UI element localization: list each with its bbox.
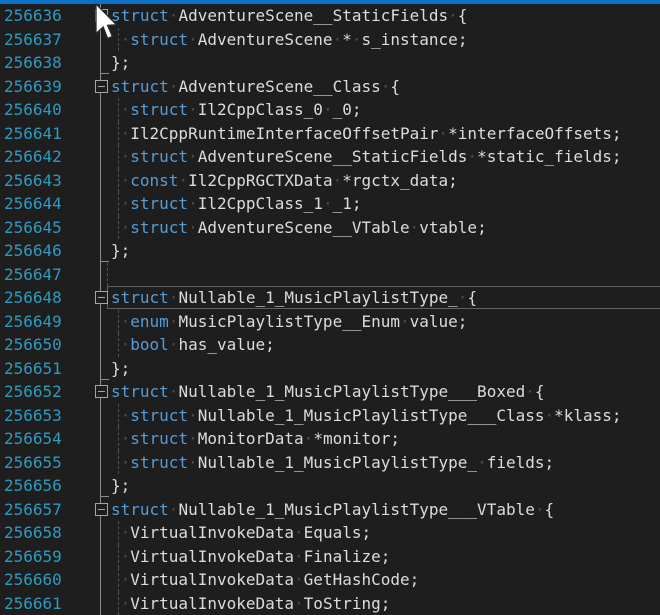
line-number: 256656	[4, 474, 62, 498]
code-text: ·const·Il2CppRGCTXData·*rgctx_data;	[111, 169, 458, 193]
code-editor[interactable]: 256636 struct·AdventureScene__StaticField…	[0, 0, 660, 615]
code-line[interactable]: 256636 struct·AdventureScene__StaticField…	[0, 4, 660, 28]
code-line[interactable]: 256645 ·struct·AdventureScene__VTable·vt…	[0, 216, 660, 240]
line-number: 256649	[4, 310, 62, 334]
code-line[interactable]: 256649 ·enum·MusicPlaylistType__Enum·val…	[0, 310, 660, 334]
code-text: ·struct·Il2CppClass_0·_0;	[111, 98, 361, 122]
code-line[interactable]: 256639 struct·AdventureScene__Class·{	[0, 75, 660, 99]
fold-collapse-icon[interactable]	[95, 80, 108, 93]
code-line[interactable]: 256655 ·struct·Nullable_1_MusicPlaylistT…	[0, 451, 660, 475]
line-number: 256658	[4, 521, 62, 545]
line-number: 256641	[4, 122, 62, 146]
code-text: };	[111, 474, 130, 498]
minus-glyph	[98, 86, 105, 87]
code-line[interactable]: 256644 ·struct·Il2CppClass_1·_1;	[0, 192, 660, 216]
code-text: ·VirtualInvokeData·Equals;	[111, 521, 371, 545]
code-line[interactable]: 256647	[0, 263, 660, 287]
indent-guide	[107, 263, 108, 287]
code-line[interactable]: 256648 struct·Nullable_1_MusicPlaylistTyp…	[0, 286, 660, 310]
code-text: ·Il2CppRuntimeInterfaceOffsetPair·*inter…	[111, 122, 622, 146]
code-text: };	[111, 51, 130, 75]
code-text: ·struct·AdventureScene·*·s_instance;	[111, 28, 467, 52]
line-number: 256647	[4, 263, 62, 287]
line-number: 256654	[4, 427, 62, 451]
line-number: 256657	[4, 498, 62, 522]
code-line[interactable]: 256658 ·VirtualInvokeData·Equals;	[0, 521, 660, 545]
code-line[interactable]: 256643 ·const·Il2CppRGCTXData·*rgctx_dat…	[0, 169, 660, 193]
code-line[interactable]: 256640 ·struct·Il2CppClass_0·_0;	[0, 98, 660, 122]
line-number: 256644	[4, 192, 62, 216]
minus-glyph	[98, 391, 105, 392]
code-text: ·bool·has_value;	[111, 333, 275, 357]
line-number: 256639	[4, 75, 62, 99]
code-line[interactable]: 256661 ·VirtualInvokeData·ToString;	[0, 592, 660, 615]
line-number: 256645	[4, 216, 62, 240]
code-text: ·struct·AdventureScene__StaticFields·*st…	[111, 145, 622, 169]
code-text: struct·Nullable_1_MusicPlaylistType___VT…	[111, 498, 554, 522]
code-text: ·enum·MusicPlaylistType__Enum·value;	[111, 310, 467, 334]
code-text: };	[111, 357, 130, 381]
fold-collapse-icon[interactable]	[95, 503, 108, 516]
code-line[interactable]: 256651};	[0, 357, 660, 381]
code-text: ·VirtualInvokeData·ToString;	[111, 592, 390, 615]
line-number: 256652	[4, 380, 62, 404]
line-number: 256659	[4, 545, 62, 569]
code-line[interactable]: 256660 ·VirtualInvokeData·GetHashCode;	[0, 568, 660, 592]
code-text: };	[111, 239, 130, 263]
line-number: 256636	[4, 4, 62, 28]
code-text: ·struct·Il2CppClass_1·_1;	[111, 192, 361, 216]
code-text: ·VirtualInvokeData·GetHashCode;	[111, 568, 419, 592]
code-line[interactable]: 256654 ·struct·MonitorData·*monitor;	[0, 427, 660, 451]
line-number: 256655	[4, 451, 62, 475]
code-line[interactable]: 256659 ·VirtualInvokeData·Finalize;	[0, 545, 660, 569]
line-number: 256648	[4, 286, 62, 310]
code-line[interactable]: 256657 struct·Nullable_1_MusicPlaylistTyp…	[0, 498, 660, 522]
code-text: ·struct·Nullable_1_MusicPlaylistType_·fi…	[111, 451, 554, 475]
code-line[interactable]: 256646};	[0, 239, 660, 263]
code-line[interactable]: 256656};	[0, 474, 660, 498]
minus-glyph	[98, 15, 105, 16]
line-number: 256653	[4, 404, 62, 428]
code-text: struct·Nullable_1_MusicPlaylistType___Bo…	[111, 380, 545, 404]
minus-glyph	[98, 509, 105, 510]
code-text: struct·AdventureScene__StaticFields·{	[111, 4, 467, 28]
code-line[interactable]: 256653 ·struct·Nullable_1_MusicPlaylistT…	[0, 404, 660, 428]
code-text: struct·Nullable_1_MusicPlaylistType_·{	[111, 286, 477, 310]
fold-collapse-icon[interactable]	[95, 9, 108, 22]
line-number: 256638	[4, 51, 62, 75]
line-number: 256640	[4, 98, 62, 122]
line-number: 256642	[4, 145, 62, 169]
fold-collapse-icon[interactable]	[95, 385, 108, 398]
code-text: ·VirtualInvokeData·Finalize;	[111, 545, 390, 569]
fold-collapse-icon[interactable]	[95, 291, 108, 304]
code-text: ·struct·MonitorData·*monitor;	[111, 427, 400, 451]
line-number: 256660	[4, 568, 62, 592]
line-number: 256661	[4, 592, 62, 615]
code-text: ·struct·AdventureScene__VTable·vtable;	[111, 216, 487, 240]
line-number: 256637	[4, 28, 62, 52]
line-number: 256646	[4, 239, 62, 263]
line-number: 256643	[4, 169, 62, 193]
code-line[interactable]: 256650 ·bool·has_value;	[0, 333, 660, 357]
line-number: 256650	[4, 333, 62, 357]
code-line[interactable]: 256637 ·struct·AdventureScene·*·s_instan…	[0, 28, 660, 52]
line-number: 256651	[4, 357, 62, 381]
minus-glyph	[98, 297, 105, 298]
code-line[interactable]: 256641 ·Il2CppRuntimeInterfaceOffsetPair…	[0, 122, 660, 146]
code-line[interactable]: 256652 struct·Nullable_1_MusicPlaylistTyp…	[0, 380, 660, 404]
code-line[interactable]: 256642 ·struct·AdventureScene__StaticFie…	[0, 145, 660, 169]
code-text: ·struct·Nullable_1_MusicPlaylistType___C…	[111, 404, 622, 428]
code-text: struct·AdventureScene__Class·{	[111, 75, 400, 99]
code-line[interactable]: 256638};	[0, 51, 660, 75]
